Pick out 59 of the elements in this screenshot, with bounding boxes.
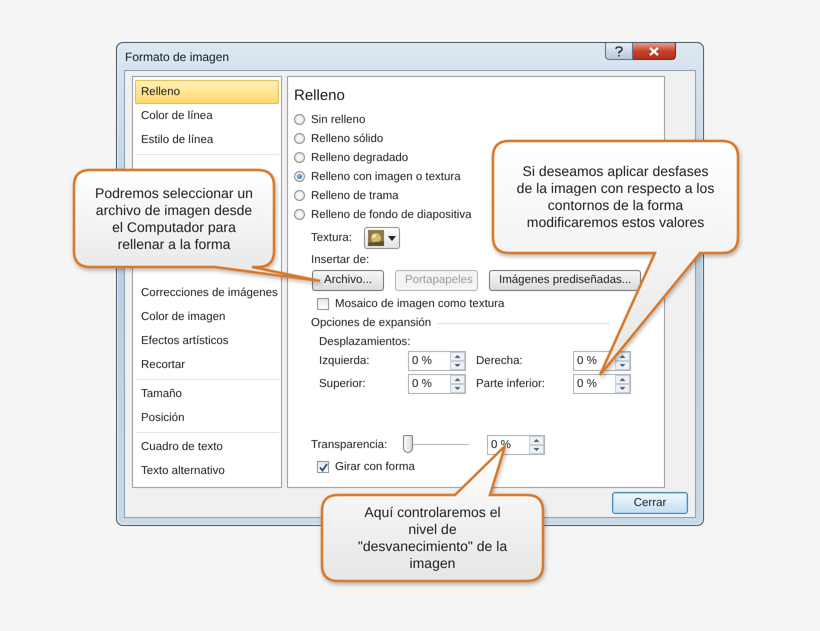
category-item[interactable]: Relleno xyxy=(135,80,279,104)
offsets-label: Desplazamientos: xyxy=(319,336,410,348)
category-item[interactable]: Efectos artísticos xyxy=(135,329,279,353)
radio-label[interactable]: Relleno sólido xyxy=(311,132,384,144)
field-label: Superior: xyxy=(319,378,367,390)
radio-label[interactable]: Relleno degradado xyxy=(311,152,408,164)
radio-button[interactable] xyxy=(294,114,305,125)
checkbox-label[interactable]: Girar con forma xyxy=(335,461,415,473)
field-label: Parte inferior: xyxy=(476,378,546,390)
field-label: Derecha: xyxy=(476,355,524,367)
category-item[interactable]: Tamaño xyxy=(135,382,279,406)
radio-button[interactable] xyxy=(294,209,305,220)
close-button[interactable] xyxy=(633,43,676,60)
category-item[interactable]: Posición xyxy=(135,406,279,430)
radio-button[interactable] xyxy=(294,171,305,182)
help-button[interactable] xyxy=(605,43,633,60)
caret-icon xyxy=(388,236,396,240)
category-item[interactable]: Correcciones de imágenes xyxy=(135,281,279,305)
checkbox-label[interactable]: Mosaico de imagen como textura xyxy=(335,298,504,310)
help-icon xyxy=(615,46,623,56)
callout-text: Si deseamos aplicar desfases de la imagen con respecto a los contornos de la forma modificaremos estos valores xyxy=(516,163,716,231)
slider-thumb[interactable] xyxy=(403,435,413,453)
insert-button[interactable]: Archivo... xyxy=(312,270,384,290)
close-icon xyxy=(649,46,659,56)
insert-button[interactable]: Imágenes prediseñadas... xyxy=(489,270,642,290)
checkbox[interactable] xyxy=(317,461,329,473)
texture-swatch-icon xyxy=(368,230,384,246)
category-item[interactable]: Cuadro de texto xyxy=(135,435,279,459)
group-heading: Opciones de expansión xyxy=(311,317,432,329)
insert-label: Insertar de: xyxy=(311,254,370,266)
category-item[interactable]: Texto alternativo xyxy=(135,459,279,483)
radio-label[interactable]: Relleno con imagen o textura xyxy=(311,170,461,182)
category-item[interactable]: Estilo de línea xyxy=(135,128,279,152)
category-item[interactable]: Recortar xyxy=(135,353,279,377)
field-label: Izquierda: xyxy=(319,355,371,367)
radio-label[interactable]: Relleno de trama xyxy=(311,190,399,202)
field-label: Transparencia: xyxy=(311,439,388,451)
spinner-arrows-icon[interactable] xyxy=(529,435,545,455)
close-dialog-button[interactable]: Cerrar xyxy=(612,492,688,514)
spinner-arrows-icon[interactable] xyxy=(615,374,631,394)
category-item[interactable]: Color de imagen xyxy=(135,305,279,329)
checkmark-icon xyxy=(318,462,328,472)
section-heading: Relleno xyxy=(294,87,345,104)
window-title: Formato de imagen xyxy=(124,50,230,64)
radio-button[interactable] xyxy=(294,190,305,201)
category-item[interactable]: Color de línea xyxy=(135,104,279,128)
radio-label[interactable]: Sin relleno xyxy=(311,114,366,126)
checkbox[interactable] xyxy=(317,298,329,310)
spinner-arrows-icon[interactable] xyxy=(615,351,631,371)
radio-label[interactable]: Relleno de fondo de diapositiva xyxy=(311,208,472,220)
radio-button[interactable] xyxy=(294,133,305,144)
spinner-arrows-icon[interactable] xyxy=(450,351,466,371)
radio-button[interactable] xyxy=(294,152,305,163)
texture-label: Textura: xyxy=(311,232,352,244)
transparency-slider[interactable] xyxy=(403,435,469,455)
spinner-arrows-icon[interactable] xyxy=(450,374,466,394)
callout-text: Podremos seleccionar un archivo de imagen desde el Computador para rellenar a la forma xyxy=(94,184,254,252)
texture-dropdown[interactable] xyxy=(364,227,400,249)
callout-text: Aquí controlaremos el nivel de "desvanecimiento" de la imagen xyxy=(356,504,508,572)
